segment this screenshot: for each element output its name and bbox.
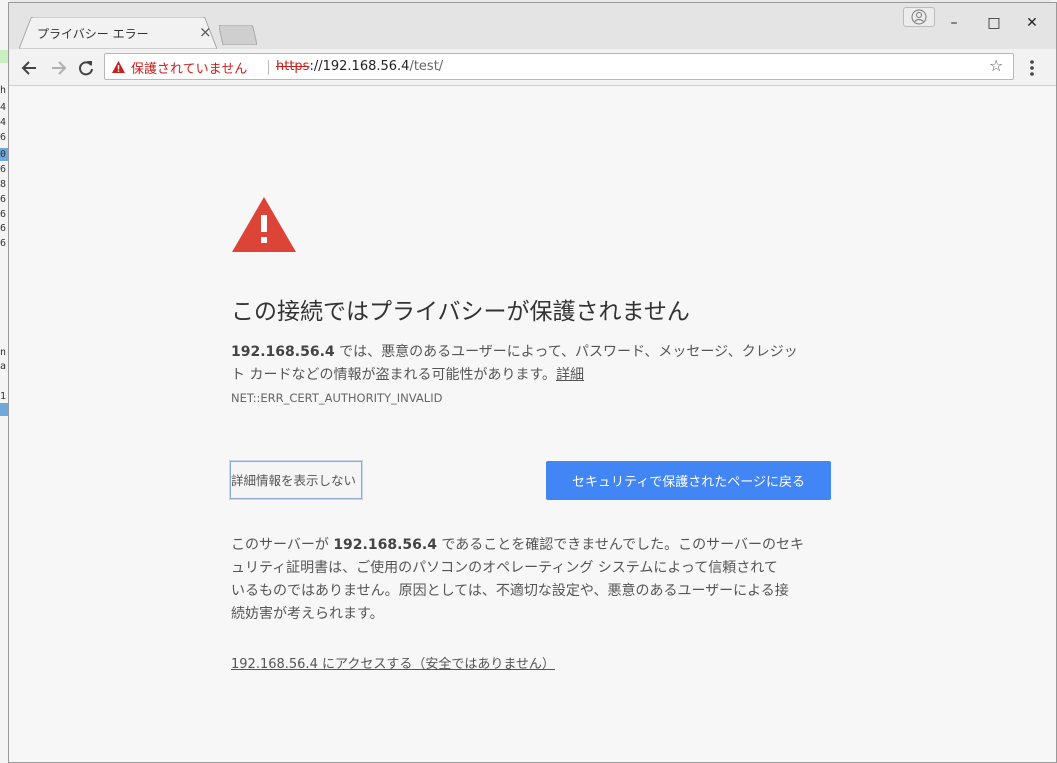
explain-line2: ュリティ証明書は、ご使用のパソコンのオペレーティング システムによって信頼されて	[231, 560, 778, 576]
address-bar[interactable]: 保護されていません https://192.168.56.4/test/ ☆	[104, 53, 1014, 80]
bookmark-star-icon[interactable]: ☆	[989, 56, 1003, 75]
proceed-unsafe-link[interactable]: 192.168.56.4 にアクセスする（安全ではありません）	[231, 653, 555, 672]
url-host: ://192.168.56.4	[309, 59, 410, 74]
details-link[interactable]: 詳細	[556, 367, 584, 383]
browser-toolbar: 保護されていません https://192.168.56.4/test/ ☆	[9, 49, 1056, 86]
explain-line1: であることを確認できませんでした。このサーバーのセキ	[436, 537, 805, 553]
bg-text: 4	[0, 117, 7, 128]
url-path: /test/	[409, 59, 444, 74]
back-button[interactable]	[19, 58, 41, 78]
bg-text: 4	[0, 102, 7, 113]
warning-triangle-icon	[112, 61, 125, 73]
maximize-button[interactable]: □	[980, 13, 1008, 33]
warning-icon	[232, 197, 296, 252]
browser-menu-button[interactable]	[1024, 58, 1040, 78]
title-bar: プライバシー エラー × – □ ✕	[9, 3, 1056, 49]
bg-text: 6	[0, 209, 7, 220]
kebab-menu-icon	[1030, 60, 1034, 76]
user-icon	[911, 9, 927, 25]
forward-button[interactable]	[47, 58, 69, 78]
page-title: この接続ではプライバシーが保護されません	[231, 299, 690, 325]
details-paragraph: このサーバーが 192.168.56.4 であることを確認できませんでした。この…	[231, 534, 841, 626]
back-to-safety-button[interactable]: セキュリティで保護されたページに戻る	[546, 461, 831, 500]
interstitial-page: この接続ではプライバシーが保護されません 192.168.56.4 では、悪意の…	[9, 86, 1056, 762]
explain-prefix: このサーバーが	[231, 537, 334, 553]
explain-line3: いるものではありません。原因としては、不適切な設定や、悪意のあるユーザーによる接	[231, 583, 789, 599]
profile-button[interactable]	[903, 7, 935, 27]
bg-text: 6	[0, 132, 7, 143]
error-code: NET::ERR_CERT_AUTHORITY_INVALID	[231, 391, 443, 405]
tab-close-button[interactable]: ×	[199, 23, 212, 41]
arrow-right-icon	[52, 61, 67, 75]
new-tab-icon	[218, 24, 258, 46]
minimize-button[interactable]: –	[940, 13, 968, 33]
explain-host: 192.168.56.4	[333, 537, 437, 553]
explain-line4: 続妨害が考えられます。	[231, 606, 384, 622]
arrow-left-icon	[21, 61, 36, 75]
intro-host: 192.168.56.4	[231, 344, 335, 360]
reload-icon	[79, 61, 93, 76]
tab-privacy-error[interactable]: プライバシー エラー ×	[19, 17, 217, 49]
bg-text: 6	[0, 238, 7, 249]
hide-details-button[interactable]: 詳細情報を表示しない	[230, 461, 362, 499]
intro-line1: では、悪意のあるユーザーによって、パスワード、メッセージ、クレジッ	[334, 344, 798, 360]
security-indicator[interactable]: 保護されていません	[111, 58, 248, 77]
bg-text: 8	[0, 179, 7, 190]
bg-text: 0	[0, 149, 7, 160]
bg-text: 1	[0, 391, 7, 402]
bg-text: 6	[0, 194, 7, 205]
security-label: 保護されていません	[131, 61, 248, 77]
omnibox-divider	[268, 60, 269, 75]
bg-text: n	[0, 347, 7, 358]
new-tab-button[interactable]	[218, 24, 258, 46]
intro-line2: ト カードなどの情報が盗まれる可能性があります。	[231, 367, 557, 383]
bg-text: h	[0, 85, 7, 96]
bg-text: 6	[0, 164, 7, 175]
url-scheme: https	[276, 59, 310, 74]
tab-title: プライバシー エラー	[37, 27, 149, 41]
url-text[interactable]: https://192.168.56.4/test/	[276, 59, 443, 74]
close-window-button[interactable]: ✕	[1018, 13, 1046, 33]
reload-button[interactable]	[75, 58, 97, 78]
bg-text: a	[0, 361, 7, 372]
bg-text: 6	[0, 223, 7, 234]
intro-paragraph: 192.168.56.4 では、悪意のあるユーザーによって、パスワード、メッセー…	[231, 341, 841, 387]
browser-window: プライバシー エラー × – □ ✕ 保護されていません https://192…	[8, 2, 1057, 763]
